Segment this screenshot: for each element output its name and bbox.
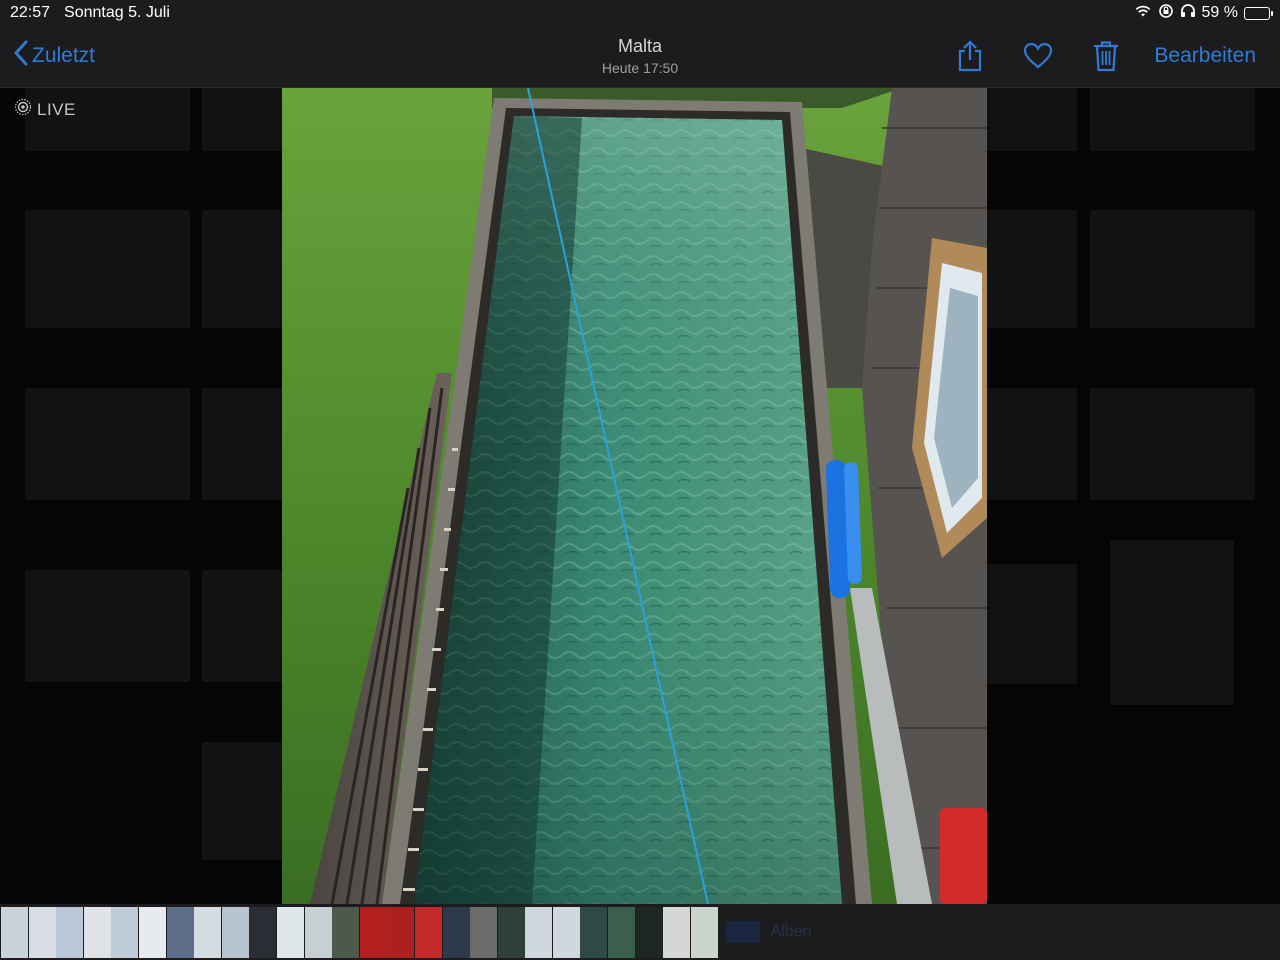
filmstrip-thumbnail[interactable] bbox=[470, 906, 498, 958]
status-bar: 22:57 Sonntag 5. Juli 59 % bbox=[0, 0, 1280, 26]
grid-thumb bbox=[987, 388, 1077, 500]
grid-thumb bbox=[25, 570, 190, 682]
filmstrip-thumbnail[interactable] bbox=[690, 906, 718, 958]
filmstrip-thumbnail[interactable] bbox=[221, 906, 249, 958]
filmstrip-thumbnail[interactable] bbox=[249, 906, 277, 958]
wifi-icon bbox=[1134, 4, 1152, 23]
edit-button[interactable]: Bearbeiten bbox=[1154, 44, 1256, 68]
albums-link[interactable]: Alben bbox=[726, 921, 811, 943]
grid-thumb bbox=[202, 88, 282, 151]
filmstrip-thumbnail[interactable] bbox=[497, 906, 525, 958]
grid-thumb bbox=[202, 388, 282, 500]
filmstrip-thumbnail[interactable] bbox=[28, 906, 56, 958]
filmstrip[interactable]: Alben bbox=[0, 904, 1280, 960]
filmstrip-thumbnail[interactable] bbox=[138, 906, 166, 958]
filmstrip-thumbnail[interactable] bbox=[166, 906, 194, 958]
grid-thumb bbox=[1090, 88, 1255, 151]
live-photo-label: LIVE bbox=[37, 99, 76, 119]
filmstrip-thumbnail[interactable] bbox=[525, 906, 553, 958]
filmstrip-thumbnail[interactable] bbox=[332, 906, 360, 958]
filmstrip-thumbnail[interactable] bbox=[635, 906, 663, 958]
share-icon[interactable] bbox=[950, 38, 990, 74]
filmstrip-thumbnail[interactable] bbox=[387, 906, 415, 958]
battery-percent: 59 % bbox=[1201, 4, 1238, 21]
status-time: 22:57 bbox=[10, 4, 51, 21]
filmstrip-thumbnail[interactable] bbox=[194, 906, 222, 958]
filmstrip-thumbnail[interactable] bbox=[304, 906, 332, 958]
filmstrip-thumbnail[interactable] bbox=[414, 906, 442, 958]
grid-thumb bbox=[987, 210, 1077, 328]
filmstrip-thumbnail[interactable] bbox=[442, 906, 470, 958]
live-photo-badge[interactable]: LIVE bbox=[14, 98, 76, 121]
heart-icon[interactable] bbox=[1018, 38, 1058, 74]
filmstrip-thumbnail[interactable] bbox=[276, 906, 304, 958]
filmstrip-thumbnail[interactable] bbox=[83, 906, 111, 958]
grid-thumb bbox=[202, 570, 282, 682]
filmstrip-thumbnail[interactable] bbox=[359, 906, 387, 958]
grid-thumb bbox=[25, 388, 190, 500]
grid-thumb bbox=[1090, 388, 1255, 500]
filmstrip-thumbnails[interactable] bbox=[1, 906, 718, 958]
grid-thumb bbox=[25, 210, 190, 328]
headphones-icon bbox=[1180, 3, 1196, 23]
grid-thumb bbox=[987, 88, 1077, 151]
filmstrip-thumbnail[interactable] bbox=[1, 906, 28, 958]
pool-photo bbox=[282, 88, 987, 904]
trash-icon[interactable] bbox=[1086, 38, 1126, 74]
battery-icon bbox=[1244, 6, 1273, 20]
grid-thumb bbox=[1110, 540, 1234, 705]
rotation-lock-icon bbox=[1158, 3, 1174, 24]
filmstrip-thumbnail[interactable] bbox=[111, 906, 139, 958]
grid-thumb bbox=[202, 742, 282, 860]
folder-icon bbox=[726, 921, 761, 943]
filmstrip-thumbnail[interactable] bbox=[552, 906, 580, 958]
filmstrip-thumbnail[interactable] bbox=[580, 906, 608, 958]
grid-thumb bbox=[1090, 210, 1255, 328]
filmstrip-thumbnail[interactable] bbox=[608, 906, 636, 958]
filmstrip-thumbnail[interactable] bbox=[56, 906, 84, 958]
photo-viewer[interactable] bbox=[282, 88, 987, 904]
filmstrip-thumbnail[interactable] bbox=[663, 906, 691, 958]
grid-thumb bbox=[987, 564, 1077, 684]
nav-bar: Zuletzt Malta Heute 17:50 Bearbeiten bbox=[0, 26, 1280, 88]
status-date: Sonntag 5. Juli bbox=[64, 4, 170, 21]
grid-thumb bbox=[202, 210, 282, 328]
live-photo-icon bbox=[14, 98, 32, 121]
albums-label: Alben bbox=[770, 923, 812, 940]
